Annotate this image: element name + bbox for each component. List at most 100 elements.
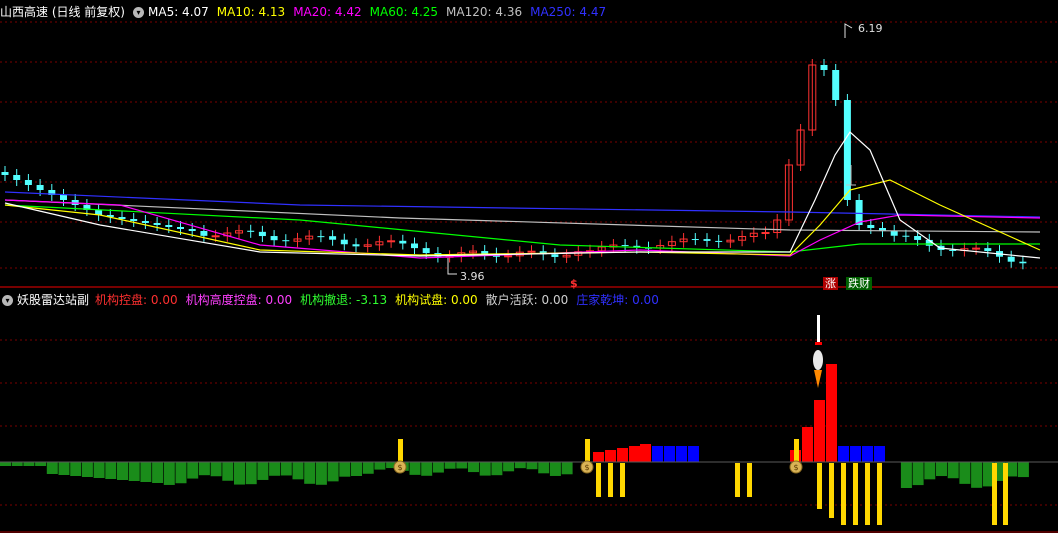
indicator-bar-green — [0, 462, 11, 466]
candle-body — [317, 236, 325, 238]
indicator-bar-yellow — [398, 439, 403, 461]
moving-average-lines — [4, 131, 1041, 259]
indicator-bar-green — [479, 462, 491, 476]
dollar-mark: $ — [570, 277, 578, 290]
indicator-bar-green — [35, 462, 47, 466]
candle-body — [527, 250, 536, 253]
indicator-bar-green — [526, 462, 538, 470]
indicator-bar-green — [58, 462, 70, 475]
low-price-label: 3.96 — [460, 270, 485, 283]
candle-body — [188, 229, 196, 231]
indicator-bar-green — [421, 462, 433, 476]
indicator-bar-green — [222, 462, 234, 481]
indicator-bar-green — [491, 462, 503, 476]
high-pointer — [844, 23, 853, 38]
indicator-bar-green — [11, 462, 23, 466]
indicator-bar-blue — [874, 446, 885, 462]
candle-body — [247, 230, 255, 232]
candle-body — [890, 231, 898, 236]
candle-body — [24, 180, 32, 185]
candle-body — [703, 239, 711, 241]
main-panel-header: 山西高速 (日线 前复权) ▾ MA5: 4.07 MA10: 4.13 MA2… — [0, 3, 614, 21]
candle-body — [504, 255, 513, 258]
indicator-bar-green — [234, 462, 245, 485]
indicator-bar-green — [245, 462, 257, 485]
candle-body — [153, 223, 161, 225]
indicator-bar-green — [561, 462, 573, 475]
indicator-bar-blue — [838, 446, 849, 462]
indicator-bar-green — [339, 462, 351, 477]
indicator-bar-green — [81, 462, 93, 477]
ma5-line — [4, 131, 1041, 259]
candle-body — [972, 247, 981, 250]
candlesticks[interactable] — [1, 59, 1027, 270]
indicator-bar-green — [514, 462, 526, 469]
indicator-bar-green — [175, 462, 187, 484]
candle-body — [270, 236, 278, 241]
indicator-bar-yellow — [608, 463, 613, 497]
chevron-down-icon[interactable]: ▾ — [133, 6, 144, 18]
candle-body — [867, 225, 875, 228]
indicator-bar-red — [814, 400, 825, 462]
annotations: $ $ $ — [393, 23, 853, 474]
indicator-bar-green — [105, 462, 117, 479]
inst-high-control-label: 机构高度控盘: 0.00 — [185, 293, 293, 307]
candle-body — [715, 240, 723, 242]
indicator-bar-green — [538, 462, 550, 474]
indicator-bar-blue — [688, 446, 699, 462]
indicator-bar-blue — [664, 446, 675, 462]
indicator-bar-red — [802, 427, 813, 462]
indicator-bar-green — [140, 462, 152, 482]
indicator-bar-red — [826, 364, 837, 462]
indicator-title[interactable]: 妖股雷达站副 — [17, 291, 89, 309]
indicator-bar-green — [93, 462, 105, 478]
inst-retreat-label: 机构撤退: -3.13 — [300, 293, 388, 307]
candle-body — [36, 185, 44, 190]
candle-body — [13, 175, 21, 180]
candle-body — [551, 254, 559, 257]
indicator-bar-green — [351, 462, 362, 476]
indicator-bar-green — [1017, 462, 1029, 478]
chevron-down-icon[interactable]: ▾ — [2, 294, 13, 306]
candle-body — [200, 231, 208, 236]
candle-body — [411, 243, 418, 249]
indicator-panel-header: ▾ 妖股雷达站副 机构控盘: 0.00 机构高度控盘: 0.00 机构撤退: -… — [0, 291, 667, 309]
stock-title[interactable]: 山西高速 (日线 前复权) — [0, 3, 125, 21]
candle-body — [399, 240, 407, 244]
candle-body — [282, 240, 290, 242]
indicator-bar-yellow — [794, 439, 799, 461]
indicator-bar-red — [629, 446, 640, 462]
indicator-bar-green — [959, 462, 971, 484]
ma10-label: MA10: 4.13 — [216, 5, 286, 19]
indicator-bar-green — [163, 462, 175, 485]
inst-test-label: 机构试盘: 0.00 — [395, 293, 478, 307]
money-bag-icon: $ — [397, 463, 402, 472]
candle-body — [984, 248, 992, 252]
indicator-bar-red — [605, 450, 616, 462]
indicator-bar-green — [152, 462, 164, 483]
indicator-bar-green — [503, 462, 515, 472]
indicator-bar-green — [456, 462, 468, 469]
indicator-bar-green — [432, 462, 444, 473]
ma20-label: MA20: 4.42 — [293, 5, 362, 19]
indicator-bar-green — [327, 462, 339, 482]
candle-body — [141, 221, 149, 223]
indicator-bar-green — [292, 462, 304, 480]
indicator-bar-green — [23, 462, 35, 466]
indicator-bar-red — [617, 448, 628, 462]
candle-body — [340, 239, 348, 245]
indicator-bar-green — [46, 462, 58, 474]
indicator-bar-red — [593, 452, 604, 462]
candle-body — [820, 65, 828, 70]
indicator-bars[interactable] — [0, 364, 1058, 525]
candle-body — [177, 227, 184, 229]
rocket-icon — [814, 370, 822, 388]
ma60-label: MA60: 4.25 — [369, 5, 439, 19]
indicator-bar-green — [924, 462, 936, 480]
indicator-bar-green — [70, 462, 82, 476]
rocket-icon — [817, 315, 820, 345]
rise-tag: 涨 — [823, 277, 838, 290]
indicator-bar-green — [947, 462, 959, 479]
indicator-bar-yellow — [817, 463, 822, 509]
ma120-label: MA120: 4.36 — [446, 5, 523, 19]
